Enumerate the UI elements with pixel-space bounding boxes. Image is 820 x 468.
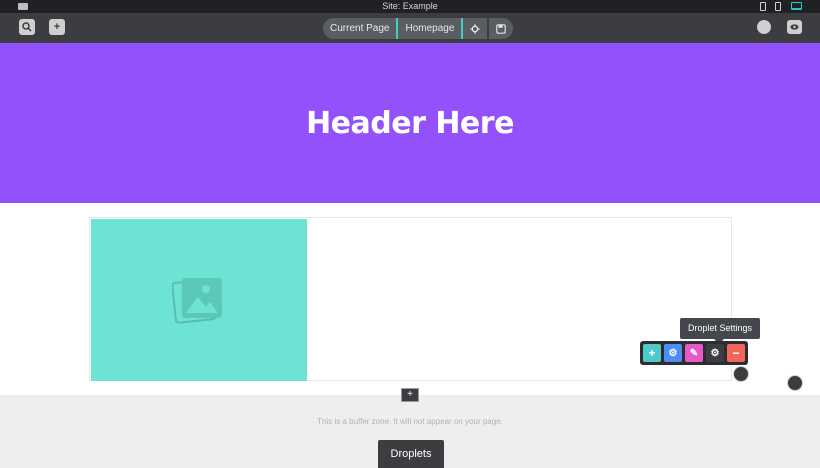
droplet-config-button[interactable]: ⚙	[664, 344, 682, 362]
droplets-tab[interactable]: Droplets	[378, 440, 444, 468]
header-title[interactable]: Header Here	[306, 106, 514, 141]
tablet-icon[interactable]	[760, 2, 766, 11]
page-settings-gear-icon[interactable]	[463, 18, 487, 39]
buffer-zone-text: This is a buffer zone. It will not appea…	[317, 417, 503, 426]
save-icon[interactable]	[489, 18, 513, 39]
globe-icon[interactable]	[757, 20, 771, 34]
image-options-icon[interactable]	[733, 366, 749, 382]
phone-icon[interactable]	[775, 2, 781, 11]
current-page-label: Current Page	[330, 23, 390, 34]
content-row[interactable]	[89, 217, 732, 381]
remove-droplet-button[interactable]: −	[727, 344, 745, 362]
header-section[interactable]: Header Here	[0, 43, 820, 203]
droplet-settings-button[interactable]: ⚙	[706, 344, 724, 362]
page-canvas: Header Here Droplet Settings + ⚙ ✎ ⚙ − T…	[0, 43, 820, 468]
add-section-button[interactable]: +	[401, 388, 419, 402]
window-title: Site: Example	[382, 1, 438, 11]
search-icon[interactable]	[19, 19, 35, 35]
add-page-icon[interactable]: +	[49, 19, 65, 35]
app-icon	[18, 3, 28, 10]
desktop-icon[interactable]	[791, 2, 802, 10]
row-options-icon[interactable]	[787, 375, 803, 391]
droplet-toolbar: + ⚙ ✎ ⚙ −	[640, 341, 748, 365]
title-bar: Site: Example	[0, 0, 820, 13]
editor-toolbar: + Current Page Homepage	[0, 13, 820, 43]
page-selector[interactable]: Current Page Homepage	[323, 18, 514, 39]
image-placeholder-icon	[172, 278, 222, 324]
page-name[interactable]: Homepage	[398, 18, 461, 39]
droplet-style-button[interactable]: ✎	[685, 344, 703, 362]
add-droplet-button[interactable]: +	[643, 344, 661, 362]
image-droplet[interactable]	[91, 219, 307, 381]
preview-icon[interactable]	[787, 20, 802, 34]
droplet-settings-tooltip: Droplet Settings	[680, 318, 761, 344]
